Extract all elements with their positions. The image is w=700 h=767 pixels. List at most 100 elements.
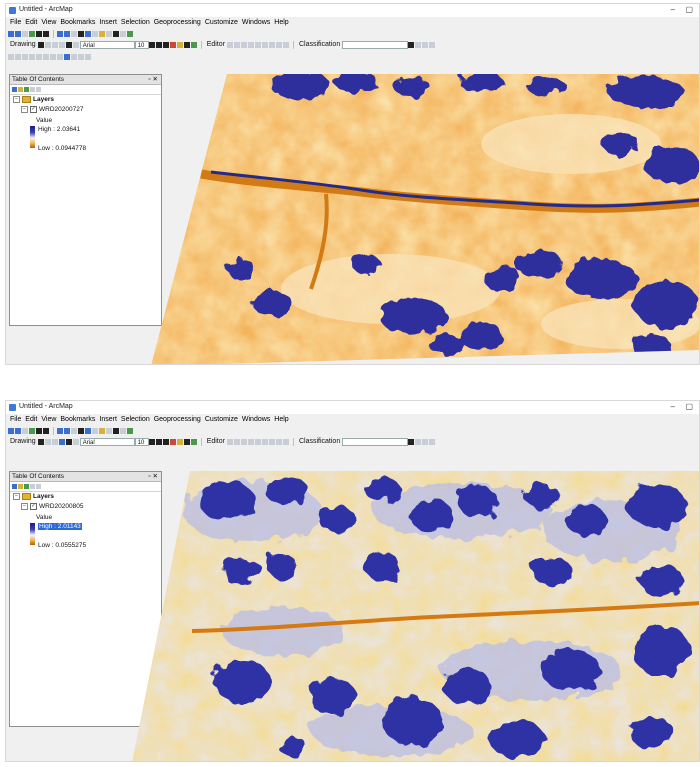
toc-options-icon[interactable]: [36, 484, 41, 489]
forward-arrow-icon[interactable]: [64, 31, 70, 37]
list-by-source-icon[interactable]: [18, 87, 23, 92]
measure-icon[interactable]: [99, 31, 105, 37]
fill-color-icon[interactable]: [176, 42, 183, 48]
menu-geoprocessing[interactable]: Geoprocessing: [154, 415, 201, 425]
layer-visibility-checkbox[interactable]: ✓: [30, 503, 37, 510]
menu-geoprocessing[interactable]: Geoprocessing: [154, 18, 201, 28]
underline-icon[interactable]: [162, 439, 169, 445]
training-manager-icon[interactable]: [415, 42, 422, 48]
font-size-select[interactable]: 10: [134, 438, 149, 446]
editor-menu[interactable]: Editor: [207, 40, 225, 50]
collapse-icon[interactable]: −: [13, 96, 20, 103]
html-popup-icon[interactable]: [113, 428, 119, 434]
rotate-features-icon[interactable]: [261, 439, 268, 445]
hyperlink-icon[interactable]: [106, 31, 112, 37]
line-color-icon[interactable]: [183, 439, 190, 445]
zoom-selected-icon[interactable]: [51, 439, 58, 445]
menu-edit[interactable]: Edit: [25, 18, 37, 28]
maximize-button[interactable]: ▢: [685, 5, 693, 15]
classification-layer-select[interactable]: [342, 438, 409, 446]
edit-tool-icon[interactable]: [226, 439, 233, 445]
font-color-icon[interactable]: [169, 42, 176, 48]
menu-selection[interactable]: Selection: [121, 18, 150, 28]
italic-icon[interactable]: [155, 439, 162, 445]
font-name-select[interactable]: Arial: [79, 41, 135, 49]
menu-insert[interactable]: Insert: [99, 18, 117, 28]
high-value-label[interactable]: High : 2.01143: [38, 523, 82, 530]
text-tool-icon[interactable]: [65, 42, 72, 48]
raster-layer-node[interactable]: − ✓ WRD20200727: [21, 106, 83, 114]
reshape-icon[interactable]: [247, 439, 254, 445]
drawing-menu[interactable]: Drawing: [10, 40, 36, 50]
minimize-button[interactable]: –: [671, 402, 675, 412]
bold-icon[interactable]: [148, 42, 155, 48]
cut-polygons-icon[interactable]: [254, 439, 261, 445]
create-features-icon[interactable]: [282, 42, 289, 48]
go-to-xy-icon[interactable]: [127, 428, 133, 434]
training-manager-icon[interactable]: [415, 439, 422, 445]
list-by-selection-icon[interactable]: [30, 484, 35, 489]
back-arrow-icon[interactable]: [57, 31, 63, 37]
high-value-label-selected[interactable]: High : 2.01143: [38, 523, 82, 531]
sketch-properties-icon[interactable]: [275, 42, 282, 48]
scatterplot-icon[interactable]: [422, 439, 429, 445]
menu-selection[interactable]: Selection: [121, 415, 150, 425]
menu-help[interactable]: Help: [274, 18, 288, 28]
zoom-percent-icon[interactable]: [64, 54, 70, 60]
pan-icon[interactable]: [22, 428, 28, 434]
minimize-button[interactable]: –: [671, 5, 675, 15]
scatterplot-icon[interactable]: [422, 42, 429, 48]
zoom-whole-page-icon[interactable]: [29, 54, 35, 60]
sketch-tool-icon[interactable]: [233, 42, 240, 48]
font-color-icon[interactable]: [169, 439, 176, 445]
collapse-icon[interactable]: −: [13, 493, 20, 500]
layout-forward-icon[interactable]: [57, 54, 63, 60]
menu-help[interactable]: Help: [274, 415, 288, 425]
underline-icon[interactable]: [162, 42, 169, 48]
callout-icon[interactable]: [72, 42, 79, 48]
layout-pan-icon[interactable]: [22, 54, 28, 60]
collapse-icon[interactable]: −: [21, 106, 28, 113]
zoom-out-icon[interactable]: [15, 31, 21, 37]
measure-icon[interactable]: [99, 428, 105, 434]
font-size-select[interactable]: 10: [134, 41, 149, 49]
edit-tool-icon[interactable]: [226, 42, 233, 48]
rotate-features-icon[interactable]: [261, 42, 268, 48]
line-color-icon[interactable]: [183, 42, 190, 48]
pan-icon[interactable]: [22, 31, 28, 37]
go-to-xy-icon[interactable]: [127, 31, 133, 37]
zoom-100-icon[interactable]: [36, 54, 42, 60]
toc-close-icon[interactable]: ▫ ✕: [148, 75, 158, 84]
list-by-visibility-icon[interactable]: [24, 484, 29, 489]
toc-options-icon[interactable]: [36, 87, 41, 92]
identify-icon[interactable]: [85, 428, 91, 434]
full-extent-icon[interactable]: [29, 428, 35, 434]
map-display[interactable]: [151, 74, 699, 364]
list-by-source-icon[interactable]: [18, 484, 23, 489]
menu-view[interactable]: View: [41, 18, 56, 28]
attributes-icon[interactable]: [268, 439, 275, 445]
menu-edit[interactable]: Edit: [25, 415, 37, 425]
rectangle-icon[interactable]: [58, 42, 65, 48]
list-by-drawing-order-icon[interactable]: [12, 484, 17, 489]
classification-menu[interactable]: Classification: [299, 40, 340, 50]
hyperlink-icon[interactable]: [106, 428, 112, 434]
attributes-icon[interactable]: [268, 42, 275, 48]
rectangle-icon[interactable]: [58, 439, 65, 445]
cut-polygons-icon[interactable]: [254, 42, 261, 48]
time-slider-icon[interactable]: [120, 31, 126, 37]
italic-icon[interactable]: [155, 42, 162, 48]
menu-bookmarks[interactable]: Bookmarks: [60, 18, 95, 28]
fixed-zoom-out-icon[interactable]: [43, 31, 49, 37]
full-extent-icon[interactable]: [29, 31, 35, 37]
layers-node[interactable]: − Layers: [13, 96, 54, 104]
rotate-icon[interactable]: [44, 42, 51, 48]
straight-segment-icon[interactable]: [240, 439, 247, 445]
find-icon[interactable]: [92, 428, 98, 434]
fill-color-icon[interactable]: [176, 439, 183, 445]
font-name-select[interactable]: Arial: [79, 438, 135, 446]
layout-zoom-out-icon[interactable]: [15, 54, 21, 60]
toggle-draft-icon[interactable]: [71, 54, 77, 60]
sketch-properties-icon[interactable]: [275, 439, 282, 445]
marker-color-icon[interactable]: [190, 42, 197, 48]
